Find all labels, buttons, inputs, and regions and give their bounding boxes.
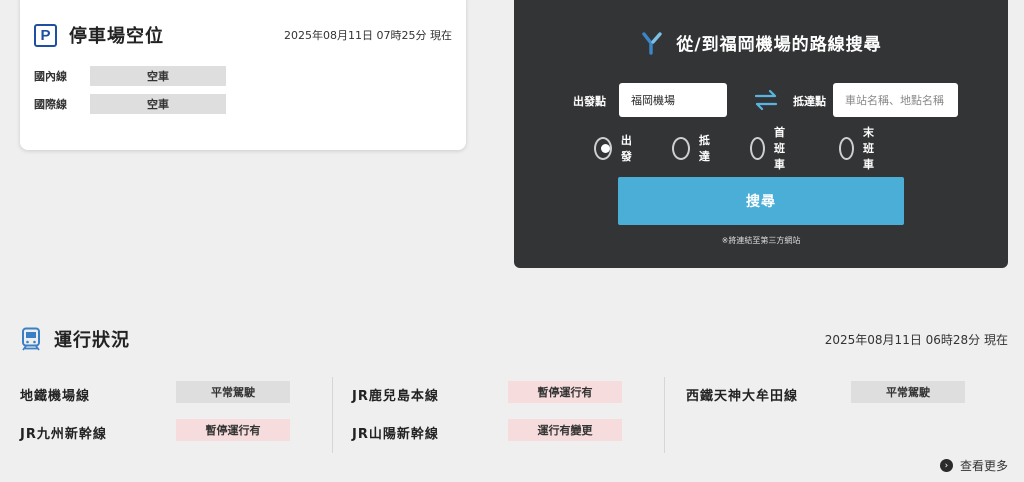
train-icon	[22, 327, 40, 351]
line-name: JR九州新幹線	[20, 427, 107, 442]
to-input[interactable]	[833, 83, 958, 117]
radio-circle[interactable]	[672, 136, 690, 160]
operations-title: 運行狀況	[54, 330, 130, 351]
line-name: JR鹿兒島本線	[352, 389, 439, 404]
parking-card: P 停車場空位 2025年08月11日 07時25分 現在 國內線 空車 國際線…	[20, 0, 466, 150]
view-more-link[interactable]: › 查看更多	[939, 457, 1008, 474]
status-badge: 運行有變更	[508, 419, 622, 441]
parking-icon: P	[34, 23, 57, 47]
radio-circle[interactable]	[750, 136, 765, 160]
third-party-note: ※將連結至第三方網站	[721, 236, 801, 245]
radio-depart[interactable]: 出發	[594, 134, 637, 163]
line-item-airport-subway[interactable]: 地鐵機場線 平常駕駛	[20, 381, 292, 404]
route-split-icon	[642, 31, 663, 55]
swap-arrows-icon[interactable]	[752, 88, 780, 112]
radio-label: 首班車	[773, 126, 785, 171]
line-name: 西鐵天神大牟田線	[686, 389, 799, 404]
from-label: 出發點	[573, 95, 606, 108]
parking-title: 停車場空位	[69, 26, 164, 47]
status-badge: 平常駕駛	[176, 381, 290, 403]
status-badge: 暫停運行有	[508, 381, 622, 403]
line-item-jr-sanyo-shinkansen[interactable]: JR山陽新幹線 運行有變更	[352, 419, 624, 442]
line-item-nishitetsu-tenjin-omuta[interactable]: 西鐵天神大牟田線 平常駕駛	[686, 381, 966, 404]
parking-status-badge: 空車	[90, 66, 226, 86]
radio-label: 抵達	[698, 134, 710, 163]
view-more-label: 查看更多	[959, 459, 1008, 473]
route-search-header: 從/到福岡機場的路線搜尋	[514, 30, 1008, 55]
parking-row-label: 國內線	[34, 70, 67, 83]
parking-status-badge: 空車	[90, 94, 226, 114]
radio-first-train[interactable]: 首班車	[750, 126, 793, 171]
route-search-title: 從/到福岡機場的路線搜尋	[676, 35, 882, 55]
radio-last-train[interactable]: 末班車	[839, 126, 882, 171]
to-label: 抵達點	[793, 95, 826, 108]
radio-label: 末班車	[862, 126, 874, 171]
line-name: 地鐵機場線	[20, 389, 91, 404]
column-divider	[664, 377, 665, 453]
radio-circle[interactable]	[839, 136, 854, 160]
parking-timestamp: 2025年08月11日 07時25分 現在	[284, 29, 452, 42]
line-item-jr-kyushu-shinkansen[interactable]: JR九州新幹線 暫停運行有	[20, 419, 292, 442]
line-item-jr-kagoshima-main[interactable]: JR鹿兒島本線 暫停運行有	[352, 381, 624, 404]
operations-header: 運行狀況 2025年08月11日 06時28分 現在	[20, 326, 1008, 352]
line-name: JR山陽新幹線	[352, 427, 439, 442]
route-fields: 出發點 抵達點	[514, 83, 1008, 117]
route-search-panel: 從/到福岡機場的路線搜尋 出發點 抵達點 出發 抵達 首班車 末班車 搜尋 ※將…	[514, 0, 1008, 268]
column-divider	[332, 377, 333, 453]
parking-row-label: 國際線	[34, 98, 67, 111]
status-badge: 暫停運行有	[176, 419, 290, 441]
radio-arrive[interactable]: 抵達	[672, 134, 715, 163]
parking-row-domestic: 國內線 空車	[34, 66, 226, 86]
chevron-right-icon: ›	[939, 459, 953, 472]
parking-header: P 停車場空位 2025年08月11日 07時25分 現在	[34, 22, 452, 48]
from-input[interactable]	[619, 83, 727, 117]
status-badge: 平常駕駛	[851, 381, 965, 403]
operations-timestamp: 2025年08月11日 06時28分 現在	[824, 332, 1008, 347]
radio-label: 出發	[620, 134, 632, 163]
search-button[interactable]: 搜尋	[618, 177, 904, 225]
radio-circle[interactable]	[594, 136, 612, 160]
parking-row-international: 國際線 空車	[34, 94, 226, 114]
